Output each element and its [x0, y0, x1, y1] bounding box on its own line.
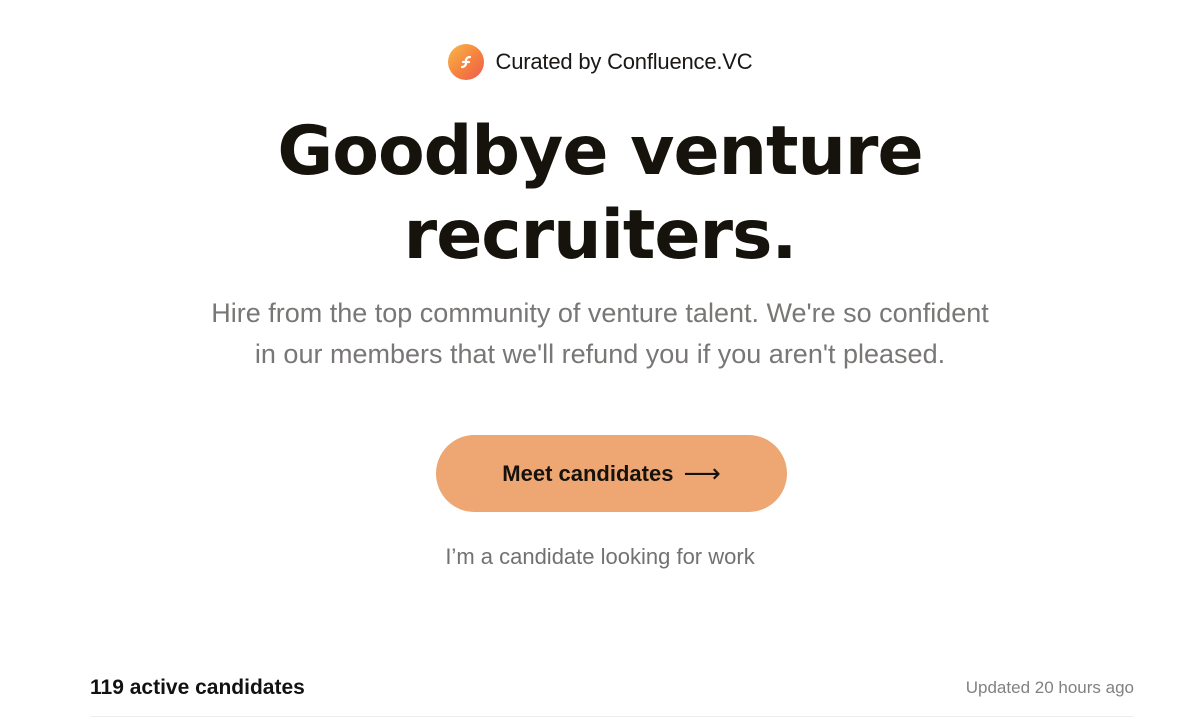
curated-by-text: Curated by Confluence.VC — [495, 49, 753, 74]
updated-timestamp: Updated 20 hours ago — [965, 678, 1134, 697]
hero-subtitle-line-2: in our members that we'll refund you if … — [254, 339, 946, 369]
meet-candidates-label: Meet candidates — [502, 460, 674, 486]
confluence-logo-icon — [447, 44, 484, 80]
active-candidates-count: 119 active candidates — [90, 676, 305, 699]
curated-by-banner: Curated by Confluence.VC — [0, 44, 1200, 80]
candidate-signup-link[interactable]: I’m a candidate looking for work — [0, 544, 1200, 570]
logo-glyph — [460, 55, 471, 69]
section-divider — [90, 716, 1134, 717]
page-title-line-1: Goodbye venture — [277, 112, 923, 191]
candidates-summary-row: 119 active candidates Updated 20 hours a… — [90, 676, 1134, 700]
arrow-right-icon: ⟶ — [683, 457, 721, 488]
hero-subtitle-line-1: Hire from the top community of venture t… — [211, 298, 989, 328]
page-title-line-2: recruiters. — [403, 196, 798, 275]
page-title: Goodbye venture recruiters. — [0, 110, 1200, 278]
meet-candidates-button[interactable]: Meet candidates ⟶ — [436, 435, 787, 512]
hero-subtitle: Hire from the top community of venture t… — [0, 293, 1200, 375]
